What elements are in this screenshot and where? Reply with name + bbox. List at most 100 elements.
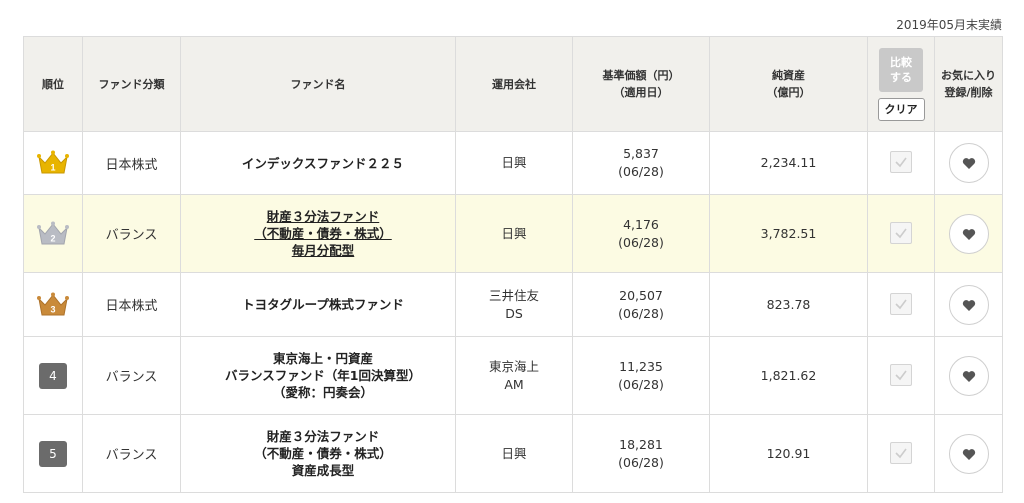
price-value: 11,235	[619, 358, 663, 374]
fund-name-line[interactable]: （不動産・債券・株式）	[191, 445, 455, 462]
compare-button[interactable]: 比較 する	[879, 47, 923, 92]
table-header-row: 順位 ファンド分類 ファンド名 運用会社 基準価額（円） （適用日） 純資産 （…	[23, 36, 1003, 132]
table-row: 3 日本株式 トヨタグループ株式ファンド 三井住友 DS 20,507 (06/…	[23, 272, 1003, 337]
company-cell: 日興	[455, 194, 573, 273]
fund-name-line: （不動産・債券・株式）	[254, 226, 392, 241]
price-date: (06/28)	[618, 376, 664, 392]
company-cell: 日興	[455, 414, 573, 493]
header-compare: 比較 する クリア	[867, 36, 935, 132]
header-company: 運用会社	[455, 36, 573, 132]
header-category: ファンド分類	[82, 36, 181, 132]
compare-button-label-2: する	[890, 70, 912, 84]
company-cell: 日興	[455, 131, 573, 195]
heart-icon	[962, 370, 975, 382]
compare-checkbox[interactable]	[890, 292, 912, 315]
fund-name-line[interactable]: 財産３分法ファンド	[191, 428, 455, 445]
favorite-button[interactable]	[948, 284, 989, 325]
fund-name-line[interactable]: （愛称：円奏会）	[191, 384, 455, 401]
compare-cell	[867, 272, 935, 337]
favorite-cell	[934, 272, 1003, 337]
fund-name-line: 財産３分法ファンド	[266, 209, 380, 224]
assets-cell: 1,821.62	[709, 336, 868, 415]
compare-cell	[867, 336, 935, 415]
rank-badge: 4	[39, 362, 67, 389]
category-cell: バランス	[82, 414, 181, 493]
favorite-cell	[934, 414, 1003, 493]
fund-ranking-table: 順位 ファンド分類 ファンド名 運用会社 基準価額（円） （適用日） 純資産 （…	[23, 36, 1003, 493]
bronze-crown-icon: 3	[37, 292, 69, 315]
compare-checkbox[interactable]	[890, 363, 912, 386]
price-cell: 11,235 (06/28)	[572, 336, 710, 415]
fund-name-cell: トヨタグループ株式ファンド	[180, 272, 456, 337]
fund-name-line[interactable]: バランスファンド（年1回決算型）	[191, 367, 455, 384]
compare-checkbox[interactable]	[890, 221, 912, 244]
fund-name-link[interactable]: 財産３分法ファンド （不動産・債券・株式） 毎月分配型	[191, 208, 455, 259]
price-date: (06/28)	[618, 305, 664, 321]
price-cell: 5,837 (06/28)	[572, 131, 710, 195]
assets-cell: 3,782.51	[709, 194, 868, 273]
price-value: 18,281	[619, 436, 663, 452]
category-cell: 日本株式	[82, 272, 181, 337]
company-line: 東京海上	[488, 358, 539, 374]
fund-name-cell: 財産３分法ファンド （不動産・債券・株式） 資産成長型	[180, 414, 456, 493]
table-row: 5 バランス 財産３分法ファンド （不動産・債券・株式） 資産成長型 日興 18…	[23, 414, 1003, 493]
price-value: 4,176	[623, 216, 659, 232]
price-value: 5,837	[623, 146, 659, 161]
check-icon	[895, 299, 907, 309]
rank-cell: 3	[23, 272, 83, 337]
compare-cell	[867, 194, 935, 273]
price-date: (06/28)	[618, 234, 664, 250]
table-row: 1 日本株式 インデックスファンド２２５ 日興 5,837 (06/28) 2,…	[23, 131, 1003, 195]
favorite-button[interactable]	[948, 355, 989, 396]
company-cell: 三井住友 DS	[455, 272, 573, 337]
favorite-button[interactable]	[948, 213, 989, 254]
price-value: 20,507	[619, 287, 663, 303]
header-assets-unit: （億円）	[766, 86, 811, 99]
fund-name-line[interactable]: 資産成長型	[191, 462, 455, 479]
header-favorite: お気に入り 登録/削除	[934, 36, 1003, 132]
table-row: 4 バランス 東京海上・円資産 バランスファンド（年1回決算型） （愛称：円奏会…	[23, 336, 1003, 415]
header-price-label: 基準価額（円）	[602, 69, 680, 82]
fund-name-line: 毎月分配型	[291, 243, 355, 258]
compare-cell	[867, 414, 935, 493]
rank-badge: 5	[39, 440, 67, 467]
rank-cell: 2	[23, 194, 83, 273]
silver-crown-icon: 2	[37, 221, 69, 244]
company-line: DS	[505, 305, 523, 321]
check-icon	[895, 228, 907, 238]
heart-icon	[962, 158, 975, 169]
rank-cell: 4	[23, 336, 83, 415]
category-cell: 日本株式	[82, 131, 181, 195]
header-assets: 純資産 （億円）	[709, 36, 868, 132]
fund-name-line[interactable]: 東京海上・円資産	[191, 350, 455, 367]
fund-name-cell: インデックスファンド２２５	[180, 131, 456, 195]
check-icon	[895, 448, 907, 458]
price-date: (06/28)	[618, 164, 664, 179]
rank-cell: 5	[23, 414, 83, 493]
favorite-cell	[934, 194, 1003, 273]
fund-name-cell: 東京海上・円資産 バランスファンド（年1回決算型） （愛称：円奏会）	[180, 336, 456, 415]
heart-icon	[962, 448, 975, 460]
assets-cell: 2,234.11	[709, 131, 868, 195]
header-assets-label: 純資産	[772, 69, 805, 82]
fund-name-cell: 財産３分法ファンド （不動産・債券・株式） 毎月分配型	[180, 194, 456, 273]
compare-checkbox[interactable]	[890, 441, 912, 464]
favorite-cell	[934, 336, 1003, 415]
price-cell: 18,281 (06/28)	[572, 414, 710, 493]
table-row: 2 バランス 財産３分法ファンド （不動産・債券・株式） 毎月分配型 日興 4,…	[23, 194, 1003, 273]
rank-number: 1	[50, 163, 55, 173]
rank-number: 3	[50, 304, 55, 314]
header-favorite-action: 登録/削除	[944, 86, 993, 99]
compare-checkbox[interactable]	[890, 151, 912, 173]
fund-name-line[interactable]: トヨタグループ株式ファンド	[191, 296, 455, 313]
favorite-button[interactable]	[948, 143, 989, 183]
favorite-button[interactable]	[948, 433, 989, 474]
category-cell: バランス	[82, 336, 181, 415]
heart-icon	[962, 228, 975, 240]
clear-button[interactable]: クリア	[877, 97, 925, 121]
fund-name-line[interactable]: インデックスファンド２２５	[191, 155, 455, 172]
header-price: 基準価額（円） （適用日）	[572, 36, 710, 132]
rank-number: 2	[50, 233, 55, 243]
company-line: AM	[504, 376, 524, 392]
heart-icon	[962, 299, 975, 311]
